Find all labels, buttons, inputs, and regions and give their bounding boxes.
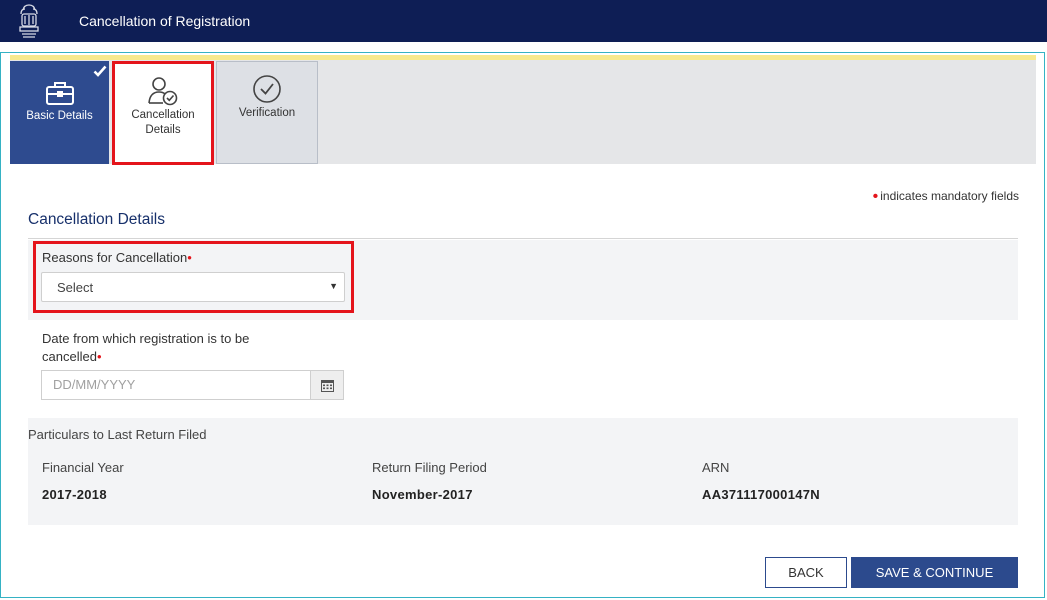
reason-select-value: Select [57, 280, 94, 295]
chevron-down-icon: ▼ [329, 281, 338, 291]
checkmark-circle-icon [252, 74, 282, 107]
reason-select[interactable]: Select ▼ [41, 272, 345, 302]
financial-year-label: Financial Year [42, 460, 124, 475]
tab-label: Verification [238, 107, 296, 119]
briefcase-icon [45, 80, 75, 109]
section-divider [28, 238, 1018, 239]
date-label-line2: cancelled [42, 349, 97, 364]
completed-check-icon [93, 65, 107, 80]
section-title: Cancellation Details [28, 211, 165, 228]
required-dot: • [96, 349, 102, 364]
arn-value: AA371117000147N [702, 487, 820, 502]
national-emblem-icon [14, 2, 44, 40]
page-title: Cancellation of Registration [79, 13, 251, 29]
date-label: Date from which registration is to be ca… [42, 330, 249, 366]
return-period-label: Return Filing Period [372, 460, 487, 475]
tab-label: Cancellation Details [131, 109, 195, 136]
mandatory-note-text: indicates mandatory fields [880, 189, 1019, 203]
date-label-line1: Date from which registration is to be [42, 331, 250, 346]
person-check-icon [146, 75, 180, 110]
tab-label: Basic Details [26, 110, 93, 122]
particulars-title: Particulars to Last Return Filed [28, 427, 207, 442]
date-field[interactable]: DD/MM/YYYY [41, 370, 311, 400]
tab-basic-details[interactable]: Basic Details [10, 61, 109, 164]
return-period-value: November-2017 [372, 487, 473, 502]
required-dot: • [187, 250, 192, 265]
required-dot: • [872, 188, 879, 205]
tab-verification[interactable]: Verification [216, 61, 318, 164]
top-header-bar: Cancellation of Registration [0, 0, 1047, 42]
reason-label-text: Reasons for Cancellation [42, 250, 188, 265]
financial-year-value: 2017-2018 [42, 487, 107, 502]
calendar-button[interactable] [310, 370, 344, 400]
save-continue-button[interactable]: SAVE & CONTINUE [851, 557, 1018, 588]
reason-label: Reasons for Cancellation• [42, 250, 192, 265]
tab-cancellation-details[interactable]: Cancellation Details [112, 61, 214, 165]
arn-label: ARN [702, 460, 730, 475]
back-button[interactable]: BACK [765, 557, 847, 588]
mandatory-fields-note: • indicates mandatory fields [873, 188, 1019, 206]
